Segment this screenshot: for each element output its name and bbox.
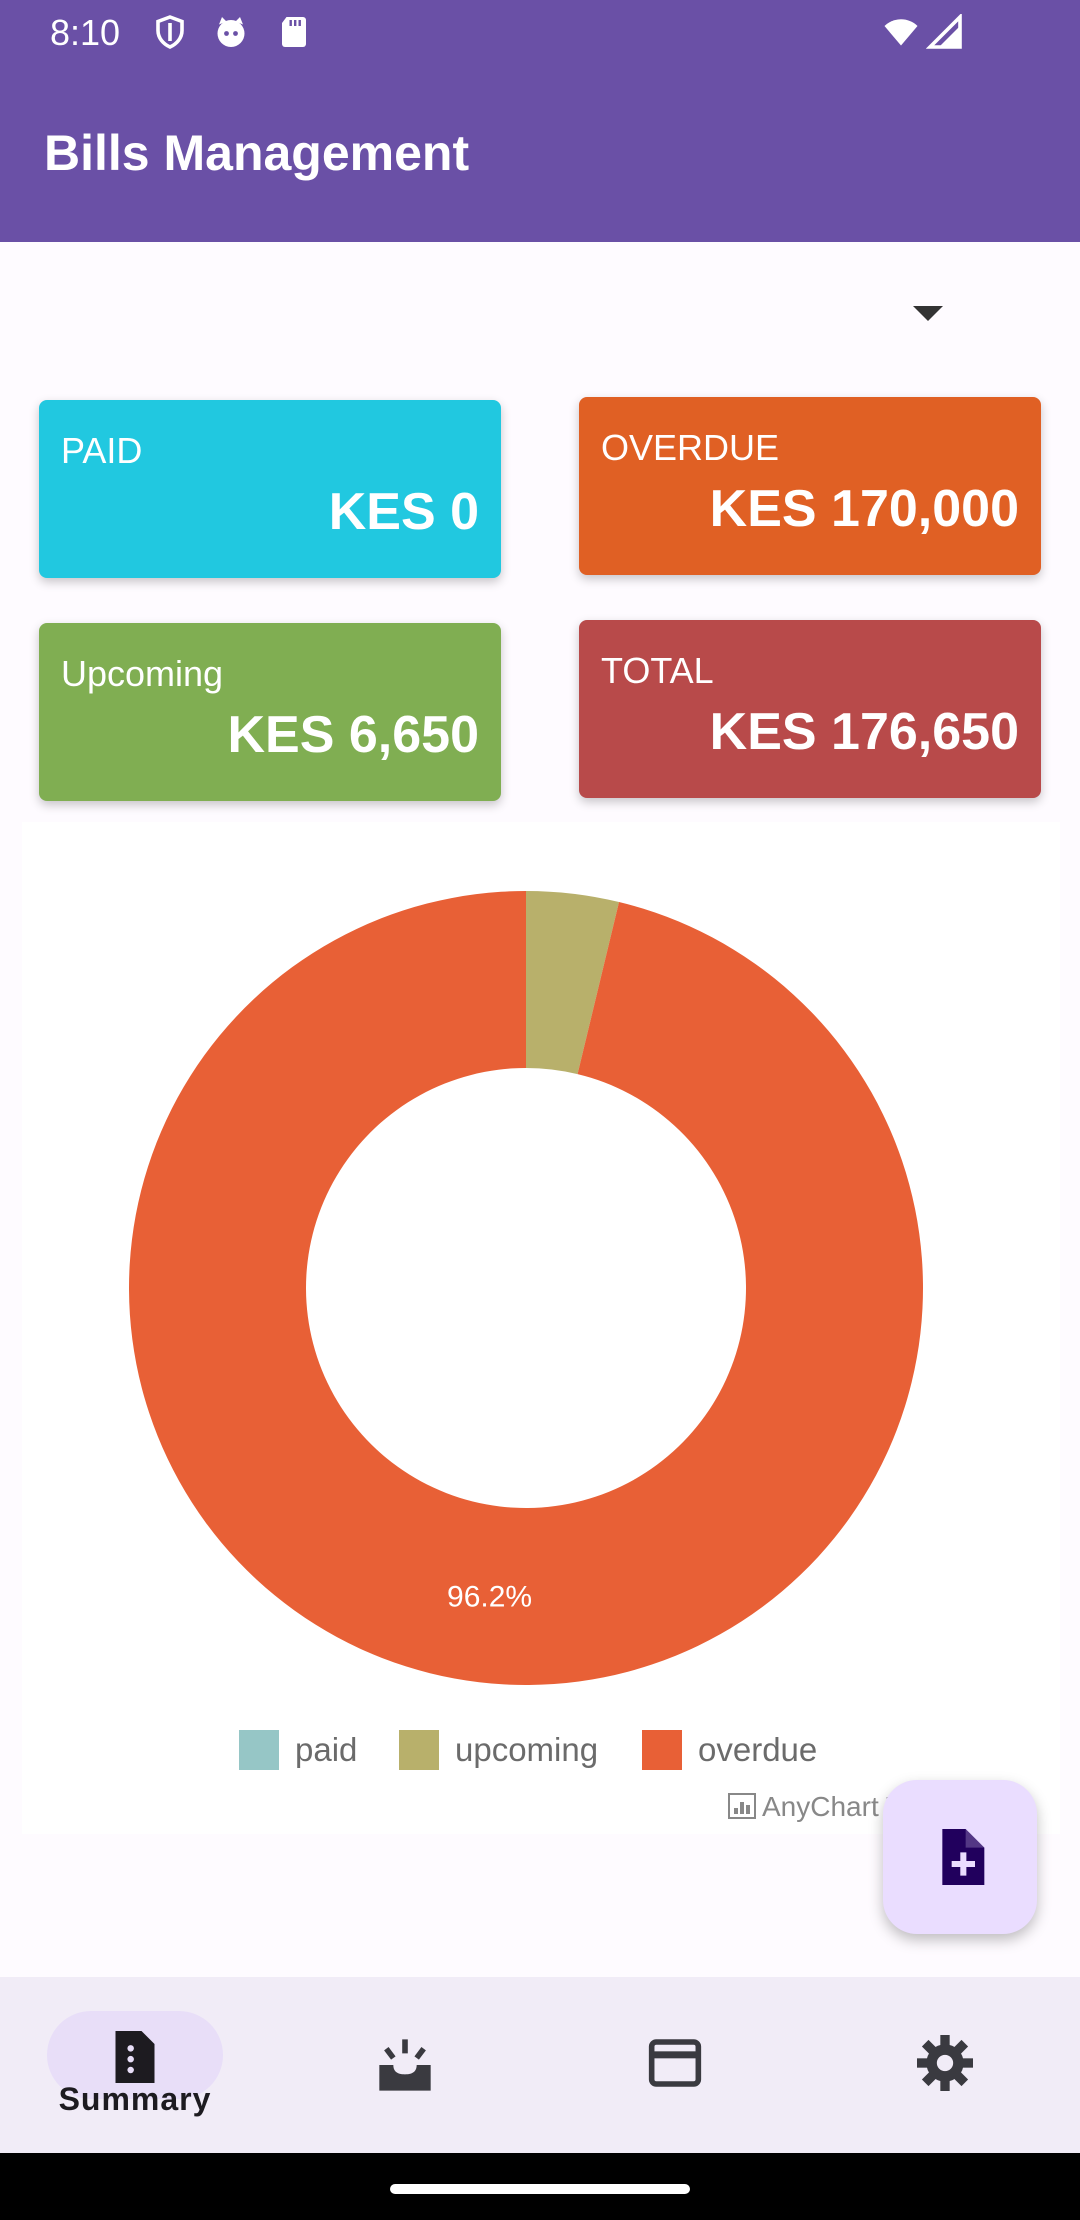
card-value: KES 6,650 (227, 706, 480, 764)
bottom-navigation: Summary (0, 1977, 1080, 2153)
inbox-icon (379, 2039, 431, 2091)
card-label: OVERDUE (601, 427, 780, 468)
gesture-navigation-bar (0, 2153, 1080, 2220)
card-label: Upcoming (61, 653, 224, 694)
legend-label-overdue[interactable]: overdue (698, 1731, 817, 1768)
shield-icon (156, 15, 184, 49)
legend-swatch-paid[interactable] (239, 1730, 279, 1770)
status-time: 8:10 (50, 12, 121, 53)
cat-face-icon (217, 17, 245, 47)
upcoming-card: Upcoming KES 6,650 (39, 623, 501, 801)
cell-signal-icon (926, 14, 962, 49)
credit-card-icon (648, 2039, 702, 2087)
wifi-icon (884, 19, 918, 46)
status-bar: 8:10 (0, 0, 1080, 66)
total-card: TOTAL KES 176,650 (579, 620, 1041, 798)
settings-gear-icon (917, 2035, 973, 2091)
add-bill-button[interactable] (883, 1780, 1037, 1934)
sd-card-icon (282, 17, 306, 47)
bills-donut-chart: 96.2% paid upcoming overdue AnyChart T (22, 822, 1060, 1834)
period-dropdown[interactable] (40, 270, 1040, 360)
legend-label-upcoming[interactable]: upcoming (455, 1731, 598, 1768)
nav-label-summary: Summary (58, 2081, 212, 2117)
nav-item-summary[interactable]: Summary (0, 1977, 270, 2153)
app-bar: Bills Management (0, 66, 1080, 242)
anychart-credit[interactable]: AnyChart T (728, 1791, 903, 1822)
legend-label-paid[interactable]: paid (295, 1731, 357, 1768)
add-document-icon (942, 1829, 985, 1885)
card-label: TOTAL (601, 650, 714, 691)
chart-svg: 96.2% paid upcoming overdue AnyChart T (128, 891, 923, 1822)
page-title: Bills Management (44, 125, 470, 181)
legend-swatch-overdue[interactable] (642, 1730, 682, 1770)
nav-item-payments[interactable] (540, 1977, 810, 2153)
overdue-card: OVERDUE KES 170,000 (579, 397, 1041, 575)
card-value: KES 170,000 (709, 480, 1019, 538)
dropdown-arrow-icon[interactable] (913, 306, 943, 321)
nav-item-inbox[interactable] (270, 1977, 540, 2153)
home-handle[interactable] (390, 2184, 690, 2194)
summary-document-icon (115, 2031, 155, 2083)
legend-swatch-upcoming[interactable] (399, 1730, 439, 1770)
card-value: KES 176,650 (709, 703, 1019, 761)
chart-credit-text: AnyChart T (762, 1791, 903, 1822)
slice-percent-label: 96.2% (447, 1580, 532, 1613)
slice-overdue[interactable] (128, 891, 923, 1685)
nav-item-settings[interactable] (810, 1977, 1080, 2153)
card-value: KES 0 (328, 483, 479, 541)
card-label: PAID (61, 430, 143, 471)
paid-card: PAID KES 0 (39, 400, 501, 578)
